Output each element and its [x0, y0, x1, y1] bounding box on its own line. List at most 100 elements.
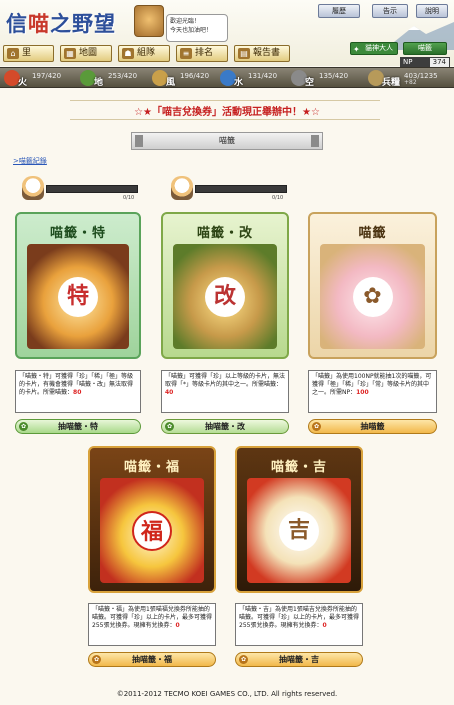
cat-god-icon: ✦ — [353, 45, 360, 54]
lottery-history-link[interactable]: >喵籤紀錄 — [13, 156, 47, 166]
card-desc-text: 「喵籤・吉」為使用1張喵吉兌換券所能抽的喵籤。可獲得「珍」以上的卡片，最多可獲得… — [239, 606, 360, 629]
nav-village-label: 里 — [22, 48, 32, 58]
card-desc-text: 「喵籤」可獲得「珍」以上等級的卡片，無法取得「*」等級卡片的其中之一。所需喵籤： — [165, 373, 286, 388]
button-label: 抽喵籤・福 — [132, 655, 172, 664]
card-cost: 0 — [175, 622, 180, 629]
cat-fan-icon: 吉 — [279, 510, 319, 551]
resource-label: 水 — [234, 78, 244, 88]
nav-ranking-label: 排名 — [195, 48, 214, 58]
logo-text-1: 信 — [6, 11, 28, 36]
np-value: 374 — [429, 58, 449, 67]
report-icon: ▤ — [238, 48, 250, 59]
cat-icon — [171, 176, 193, 200]
cat-god-label: 貓神大人 — [365, 44, 393, 52]
lottery-card-normal[interactable]: 喵籤 ✿ — [308, 212, 437, 359]
event-banner[interactable]: ☆★「喵吉兌換券」活動現正舉辦中！★☆ — [0, 103, 454, 118]
draw-kichi-button[interactable]: ✿ 抽喵籤・吉 — [235, 652, 363, 667]
resource-earth: 地 253/420 — [80, 70, 146, 88]
map-icon: ▦ — [64, 48, 76, 59]
section-title: 喵籤 — [131, 132, 323, 150]
card-description: 「喵籤・吉」為使用1張喵吉兌換券所能抽的喵籤。可獲得「珍」以上的卡片，最多可獲得… — [235, 603, 363, 646]
button-label: 抽喵籤 — [360, 422, 385, 431]
button-label: 抽喵籤・改 — [205, 422, 245, 431]
logo-text-3: 之野望 — [50, 11, 116, 36]
nav-village[interactable]: ⌂ 里 — [3, 45, 54, 62]
resource-bar: 火 197/420 地 253/420 風 196/420 水 131/420 空 135… — [0, 67, 454, 88]
resource-fire: 火 197/420 — [4, 70, 70, 88]
nav-ranking[interactable]: ≡ 排名 — [176, 45, 228, 62]
paw-icon: ✿ — [312, 422, 321, 431]
help-button[interactable]: 說明 — [416, 4, 448, 18]
resource-label: 風 — [166, 78, 176, 88]
lottery-card-kai[interactable]: 喵籤・改 改 — [161, 212, 289, 359]
nav-map-label: 地圖 — [79, 48, 98, 58]
cat-icon — [22, 176, 44, 200]
lottery-card-fuku[interactable]: 喵籤・福 福 — [88, 446, 216, 593]
resource-wind: 風 196/420 — [152, 70, 218, 88]
card-illustration: 特 — [27, 244, 129, 349]
draw-fuku-button[interactable]: ✿ 抽喵籤・福 — [88, 652, 216, 667]
resource-label: 兵糧 — [382, 78, 401, 88]
team-icon: ☗ — [122, 48, 134, 59]
card-title: 喵籤・改 — [196, 226, 253, 241]
speech-bubble: 歡迎光臨！ 今天也加油吧！ — [166, 14, 228, 42]
card-description: 「喵籤」可獲得「珍」以上等級的卡片，無法取得「*」等級卡片的其中之一。所需喵籤：… — [161, 370, 289, 413]
lottery-card-kichi[interactable]: 喵籤・吉 吉 — [235, 446, 363, 593]
card-description: 「喵籤」為使用100NP就能抽1次的喵籤，可獲得「極」「稀」「珍」「常」等級卡片… — [308, 370, 437, 413]
progress-meter-2: 0/10 — [171, 176, 296, 204]
lottery-nav-button[interactable]: 喵籤 — [403, 42, 447, 55]
resource-value: 131/420 — [248, 72, 278, 80]
speech-line-1: 歡迎光臨！ — [170, 18, 201, 25]
card-cost: 0 — [322, 622, 327, 629]
ranking-icon: ≡ — [180, 48, 192, 59]
progress-bar — [195, 185, 287, 193]
resource-value: 253/420 — [108, 72, 138, 80]
resource-value: 135/420 — [319, 72, 349, 80]
np-label: NP — [403, 58, 413, 66]
paw-icon: ✿ — [19, 422, 28, 431]
nav-report[interactable]: ▤ 報告書 — [234, 45, 290, 62]
speech-line-2: 今天也加油吧！ — [170, 27, 213, 34]
logo-text-2: 喵 — [28, 11, 50, 36]
draw-kai-button[interactable]: ✿ 抽喵籤・改 — [161, 419, 289, 434]
nav-map[interactable]: ▦ 地圖 — [60, 45, 112, 62]
resource-value: 196/420 — [180, 72, 210, 80]
progress-bar — [46, 185, 138, 193]
village-icon: ⌂ — [7, 48, 19, 59]
card-cost: 100 — [356, 389, 369, 396]
card-title: 喵籤・特 — [49, 226, 106, 241]
nav-team[interactable]: ☗ 組隊 — [118, 45, 170, 62]
card-illustration: 改 — [173, 244, 277, 349]
game-logo[interactable]: 信喵之野望 — [6, 8, 116, 38]
resource-provisions: 兵糧 403/1235 +82 — [368, 70, 452, 88]
resource-extra: +82 — [404, 79, 417, 86]
card-desc-text: 「喵籤」為使用100NP就能抽1次的喵籤，可獲得「極」「稀」「珍」「常」等級卡片… — [312, 373, 432, 396]
resource-value: 197/420 — [32, 72, 62, 80]
draw-special-button[interactable]: ✿ 抽喵籤・特 — [15, 419, 141, 434]
lottery-card-special[interactable]: 喵籤・特 特 — [15, 212, 141, 359]
copyright-footer: ©2011-2012 TECMO KOEI GAMES CO., LTD. Al… — [116, 690, 338, 698]
card-illustration: ✿ — [320, 244, 425, 349]
notice-button[interactable]: 告示 — [372, 4, 408, 18]
resource-sky: 空 135/420 — [291, 70, 357, 88]
history-button[interactable]: 履歷 — [318, 4, 360, 18]
cat-treasure-icon: 特 — [58, 276, 98, 317]
resource-label: 地 — [94, 78, 104, 88]
button-label: 抽喵籤・特 — [58, 422, 98, 431]
cat-god-button[interactable]: ✦ 貓神大人 — [350, 42, 398, 55]
button-label: 抽喵籤・吉 — [279, 655, 319, 664]
cat-plaque-icon: ✿ — [352, 276, 393, 317]
progress-count: 0/10 — [272, 195, 284, 201]
draw-normal-button[interactable]: ✿ 抽喵籤 — [308, 419, 437, 434]
resource-label: 火 — [18, 78, 28, 88]
lucky-cat-icon: 福 — [132, 510, 172, 551]
card-illustration: 福 — [100, 478, 204, 583]
card-cost: 80 — [73, 389, 82, 396]
nav-report-label: 報告書 — [253, 48, 281, 58]
card-title: 喵籤・吉 — [270, 460, 327, 475]
card-cost: 40 — [165, 389, 174, 396]
divider — [70, 119, 380, 120]
paw-icon: ✿ — [165, 422, 174, 431]
paw-icon: ✿ — [92, 655, 101, 664]
card-title: 喵籤 — [358, 226, 387, 241]
